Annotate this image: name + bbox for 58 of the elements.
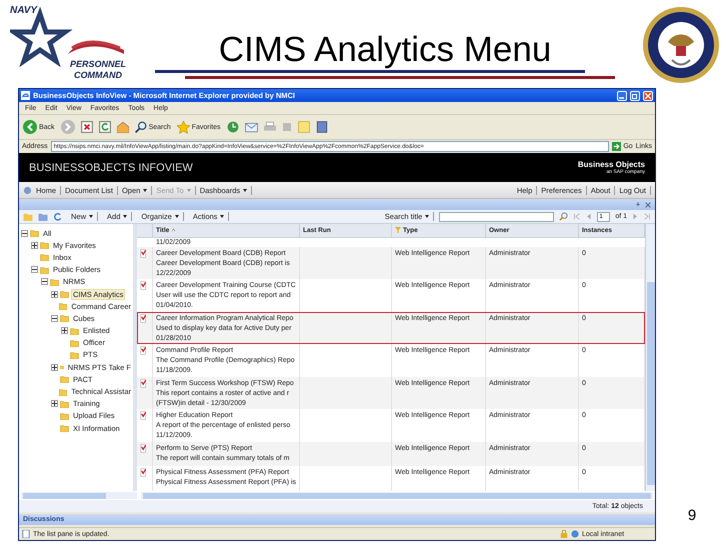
mail-icon[interactable] — [244, 121, 258, 133]
logo-text: COMMAND — [74, 71, 122, 80]
pin-icon[interactable] — [635, 202, 641, 208]
close-icon[interactable] — [645, 202, 651, 208]
vertical-scrollbar[interactable] — [645, 224, 655, 491]
collapse-toggle[interactable] — [41, 278, 48, 286]
restore-icon — [632, 92, 638, 98]
history-icon[interactable] — [226, 121, 239, 133]
close-icon — [645, 92, 651, 98]
report-icon — [140, 281, 148, 290]
expand-toggle[interactable] — [61, 327, 68, 334]
refresh-icon[interactable] — [98, 121, 111, 133]
report-icon — [140, 346, 148, 356]
collapse-toggle[interactable] — [31, 266, 38, 274]
horizontal-scrollbar[interactable] — [141, 492, 653, 499]
app-title: BUSINESSOBJECTS INFOVIEW — [29, 162, 193, 174]
category-icon[interactable] — [38, 212, 48, 221]
logo-text: NAVY — [10, 6, 38, 16]
company-logo-text: Business Objects — [578, 160, 645, 169]
printer-icon[interactable] — [264, 121, 276, 133]
star-icon[interactable] — [176, 120, 190, 134]
search-field[interactable] — [439, 212, 554, 222]
restore-button[interactable] — [630, 90, 640, 100]
close-button[interactable] — [643, 90, 653, 100]
lock-icon — [560, 530, 568, 538]
previous-page-icon[interactable] — [585, 213, 592, 220]
expand-toggle[interactable] — [31, 242, 38, 249]
expand-toggle[interactable] — [51, 400, 58, 408]
caret-icon — [425, 215, 430, 218]
collapse-toggle[interactable] — [21, 230, 28, 237]
logo-text: PERSONNEL — [70, 60, 126, 69]
slide-title: CIMS Analytics Menu — [218, 32, 552, 67]
collapse-toggle[interactable] — [51, 314, 58, 322]
stop-icon[interactable] — [80, 121, 93, 133]
seal-icon — [642, 6, 720, 84]
first-page-icon[interactable] — [573, 213, 580, 220]
globe-icon — [571, 530, 579, 538]
last-page-icon[interactable] — [644, 213, 651, 220]
report-icon — [140, 314, 148, 323]
report-icon — [140, 468, 148, 478]
filter-icon — [395, 227, 401, 234]
search-icon[interactable] — [559, 212, 568, 221]
report-icon — [140, 378, 148, 388]
expand-toggle[interactable] — [51, 290, 58, 298]
expand-toggle[interactable] — [51, 364, 58, 371]
minimize-button[interactable] — [617, 90, 627, 100]
refresh-icon[interactable] — [53, 212, 62, 221]
report-icon — [140, 444, 148, 453]
browser-icon — [21, 91, 30, 100]
go-icon — [612, 142, 622, 151]
sort-icon — [171, 228, 176, 232]
next-page-icon[interactable] — [632, 213, 639, 220]
search-icon[interactable] — [134, 121, 147, 133]
page-number: 9 — [688, 507, 696, 524]
horizontal-scrollbar[interactable] — [21, 492, 137, 499]
report-icon — [140, 248, 148, 258]
back-icon[interactable] — [23, 120, 37, 134]
report-icon — [140, 411, 148, 420]
